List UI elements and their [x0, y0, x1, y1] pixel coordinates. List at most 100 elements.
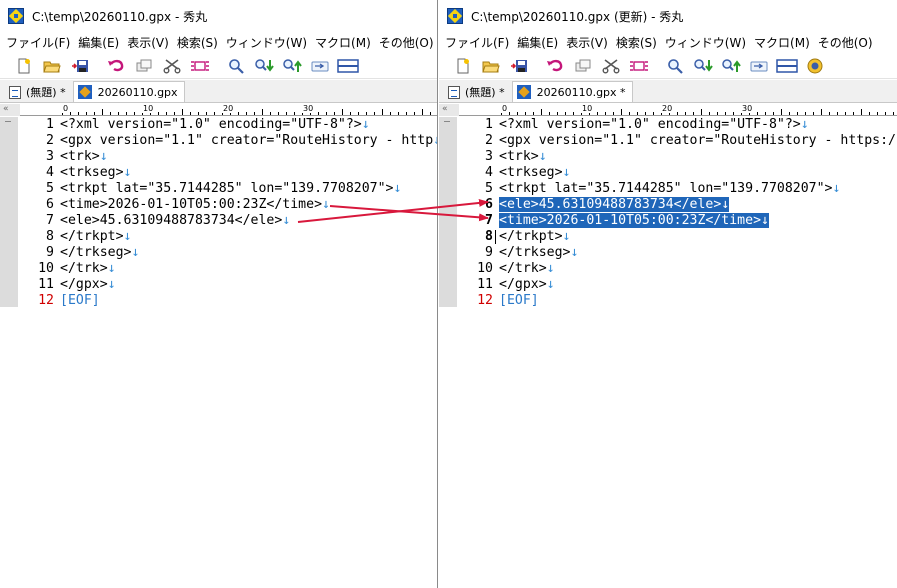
split-window-icon[interactable]	[334, 54, 362, 78]
editor-line[interactable]: 6 <time>2026-01-10T05:00:23Z</time>↓	[18, 197, 437, 213]
menu-search[interactable]: 検索(S)	[612, 34, 661, 51]
paste-icon[interactable]	[186, 54, 214, 78]
cut-icon[interactable]	[158, 54, 186, 78]
undo-icon[interactable]	[541, 54, 569, 78]
ruler-mark: 30	[302, 104, 315, 113]
tab-gpx-file[interactable]: 20260110.gpx	[72, 81, 185, 102]
search-icon[interactable]	[661, 54, 689, 78]
editor-line[interactable]: 11 </gpx>↓	[457, 277, 897, 293]
tab-bar: (無題) * 20260110.gpx	[0, 80, 437, 103]
new-file-icon[interactable]	[10, 54, 38, 78]
search-up-icon[interactable]	[717, 54, 745, 78]
menu-other[interactable]: その他(O)	[375, 34, 437, 51]
line-text: </trkpt>↓	[56, 229, 131, 245]
code-text: <time>2026-01-10T05:00:23Z</time>	[60, 197, 323, 212]
fold-marker	[444, 121, 450, 122]
open-folder-icon[interactable]	[477, 54, 505, 78]
code-text: </gpx>	[499, 277, 547, 292]
jump-icon[interactable]	[306, 54, 334, 78]
menu-other[interactable]: その他(O)	[814, 34, 877, 51]
save-icon[interactable]	[505, 54, 533, 78]
undo-icon[interactable]	[102, 54, 130, 78]
hidemaru-app-icon[interactable]	[447, 8, 463, 24]
new-file-icon[interactable]	[449, 54, 477, 78]
editor-line[interactable]: 9 </trkseg>↓	[18, 245, 437, 261]
line-gutter[interactable]	[0, 117, 18, 307]
selected-text: <ele>45.63109488783734</ele>↓	[499, 197, 730, 212]
copy-icon[interactable]	[569, 54, 597, 78]
menu-file[interactable]: ファイル(F)	[441, 34, 513, 51]
menu-file[interactable]: ファイル(F)	[2, 34, 74, 51]
editor-line[interactable]: 1 <?xml version="1.0" encoding="UTF-8"?>↓	[18, 117, 437, 133]
line-number: 5	[485, 181, 493, 196]
selected-text: <time>2026-01-10T05:00:23Z</time>↓	[499, 213, 769, 228]
menu-view[interactable]: 表示(V)	[123, 34, 173, 51]
editor-line[interactable]: 8 </trkpt>↓	[18, 229, 437, 245]
column-ruler[interactable]: « 0 10 20 30	[439, 104, 897, 116]
editor-line[interactable]: 5 <trkpt lat="35.7144285" lon="139.770820…	[18, 181, 437, 197]
jump-icon[interactable]	[745, 54, 773, 78]
macro-icon[interactable]	[801, 54, 829, 78]
editor-line[interactable]: 1 <?xml version="1.0" encoding="UTF-8"?>↓	[457, 117, 897, 133]
editor-line[interactable]: 7 <time>2026-01-10T05:00:23Z</time>↓	[457, 213, 897, 229]
search-icon[interactable]	[222, 54, 250, 78]
editor-line[interactable]: 8 </trkpt>↓	[457, 229, 897, 245]
paste-icon[interactable]	[625, 54, 653, 78]
text-editor[interactable]: 1 <?xml version="1.0" encoding="UTF-8"?>↓…	[18, 117, 437, 309]
editor-line[interactable]: 10 </trk>↓	[457, 261, 897, 277]
line-gutter[interactable]	[439, 117, 457, 307]
tab-untitled[interactable]: (無題) *	[4, 81, 73, 102]
editor-line[interactable]: 3 <trk>↓	[18, 149, 437, 165]
code-text: <gpx version="1.1" creator="RouteHistory…	[60, 133, 434, 148]
open-folder-icon[interactable]	[38, 54, 66, 78]
title-bar[interactable]: C:\temp\20260110.gpx (更新) - 秀丸	[439, 0, 897, 32]
code-text: <trkseg>	[499, 165, 563, 180]
menu-edit[interactable]: 編集(E)	[74, 34, 123, 51]
ruler-corner[interactable]: «	[439, 104, 459, 116]
menu-window[interactable]: ウィンドウ(W)	[222, 34, 311, 51]
search-up-icon[interactable]	[278, 54, 306, 78]
line-text: </trk>↓	[56, 261, 116, 277]
menu-search[interactable]: 検索(S)	[173, 34, 222, 51]
save-icon[interactable]	[66, 54, 94, 78]
editor-line[interactable]: 2 <gpx version="1.1" creator="RouteHistor…	[457, 133, 897, 149]
editor-line[interactable]: 3 <trk>↓	[457, 149, 897, 165]
newline-mark: ↓	[800, 117, 809, 132]
line-text: <trkpt lat="35.7144285" lon="139.7708207…	[56, 181, 401, 197]
tab-label: 20260110.gpx	[97, 85, 178, 99]
editor-line[interactable]: 12 [EOF]	[457, 293, 897, 309]
ruler-corner[interactable]: «	[0, 104, 20, 116]
title-bar[interactable]: C:\temp\20260110.gpx - 秀丸	[0, 0, 437, 32]
editor-line[interactable]: 4 <trkseg>↓	[18, 165, 437, 181]
text-editor[interactable]: 1 <?xml version="1.0" encoding="UTF-8"?>↓…	[457, 117, 897, 309]
search-down-icon[interactable]	[689, 54, 717, 78]
menu-bar: ファイル(F) 編集(E) 表示(V) 検索(S) ウィンドウ(W) マクロ(M…	[0, 32, 437, 52]
hidemaru-app-icon[interactable]	[8, 8, 24, 24]
editor-line[interactable]: 10 </trk>↓	[18, 261, 437, 277]
editor-line[interactable]: 12 [EOF]	[18, 293, 437, 309]
editor-line[interactable]: 11 </gpx>↓	[18, 277, 437, 293]
line-text: <gpx version="1.1" creator="RouteHistory…	[495, 133, 897, 149]
menu-edit[interactable]: 編集(E)	[513, 34, 562, 51]
menu-window[interactable]: ウィンドウ(W)	[661, 34, 750, 51]
line-text: <trk>↓	[495, 149, 547, 165]
editor-line[interactable]: 9 </trkseg>↓	[457, 245, 897, 261]
tab-untitled[interactable]: (無題) *	[443, 81, 512, 102]
ruler-mark: 0	[501, 104, 509, 113]
menu-macro[interactable]: マクロ(M)	[750, 34, 814, 51]
line-number: 12	[38, 293, 54, 308]
code-text: <ele>45.63109488783734</ele>	[60, 213, 283, 228]
copy-icon[interactable]	[130, 54, 158, 78]
editor-line[interactable]: 6 <ele>45.63109488783734</ele>↓	[457, 197, 897, 213]
split-window-icon[interactable]	[773, 54, 801, 78]
editor-line[interactable]: 4 <trkseg>↓	[457, 165, 897, 181]
editor-line[interactable]: 5 <trkpt lat="35.7144285" lon="139.770820…	[457, 181, 897, 197]
column-ruler[interactable]: « 0 10 20 30	[0, 104, 437, 116]
editor-line[interactable]: 7 <ele>45.63109488783734</ele>↓	[18, 213, 437, 229]
editor-line[interactable]: 2 <gpx version="1.1" creator="RouteHistor…	[18, 133, 437, 149]
menu-view[interactable]: 表示(V)	[562, 34, 612, 51]
cut-icon[interactable]	[597, 54, 625, 78]
search-down-icon[interactable]	[250, 54, 278, 78]
tab-gpx-file[interactable]: 20260110.gpx *	[511, 81, 633, 102]
menu-macro[interactable]: マクロ(M)	[311, 34, 375, 51]
